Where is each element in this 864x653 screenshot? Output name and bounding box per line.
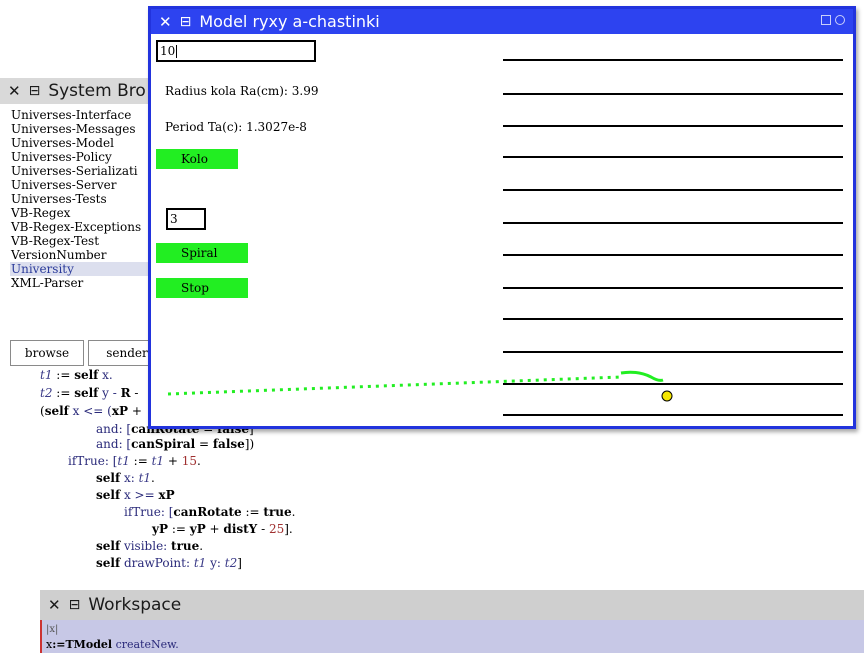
workspace-window: ✕ ⊟ Workspace |x| x:=TModel createNew. xyxy=(40,590,864,653)
code-line: self x: t1. xyxy=(96,471,155,485)
system-browser-titlebar[interactable]: ✕ ⊟ System Bro xyxy=(0,78,160,104)
window-menu-icon[interactable]: ⊟ xyxy=(29,83,41,99)
window-menu-icon[interactable]: ⊟ xyxy=(69,597,81,613)
trail-curve xyxy=(620,370,664,382)
list-item[interactable]: Universes-Policy xyxy=(10,150,160,164)
temp-declaration: |x| xyxy=(46,624,59,635)
list-item[interactable]: Universes-Serializati xyxy=(10,164,160,178)
code-line: t2 := self y - R - xyxy=(40,386,139,400)
package-list[interactable]: Universes-Interface Universes-Messages Uni… xyxy=(10,108,160,290)
code-line: (self x <= (xP + xyxy=(40,404,142,418)
code-line: self drawPoint: t1 y: t2] xyxy=(96,556,242,570)
browser-button-row: browse sender: xyxy=(10,340,170,366)
list-item[interactable]: VB-Regex-Test xyxy=(10,234,160,248)
code-line: and: [canSpiral = false]) xyxy=(96,437,255,451)
code-line: t1 := self x. xyxy=(40,368,113,382)
model-window: ✕ ⊟ Model ryxy a-chastinki 10 Radius kol… xyxy=(148,6,856,429)
window-title: System Bro xyxy=(48,81,146,101)
code-line: yP := yP + distY - 25]. xyxy=(152,522,293,536)
code-line: ifTrue: [t1 := t1 + 15. xyxy=(68,454,201,468)
browse-button[interactable]: browse xyxy=(10,340,84,366)
code-line: self x >= xP xyxy=(96,488,175,502)
list-item[interactable]: Universes-Server xyxy=(10,178,160,192)
workspace-editor[interactable]: |x| x:=TModel createNew. xyxy=(40,620,864,653)
list-item[interactable]: Universes-Tests xyxy=(10,192,160,206)
code-line: self visible: true. xyxy=(96,539,204,553)
workspace-line: x:=TModel createNew. xyxy=(46,638,179,651)
list-item[interactable]: Universes-Messages xyxy=(10,122,160,136)
workspace-titlebar[interactable]: ✕ ⊟ Workspace xyxy=(40,590,864,620)
list-item[interactable]: Universes-Model xyxy=(10,136,160,150)
close-icon[interactable]: ✕ xyxy=(48,596,61,614)
list-item[interactable]: VersionNumber xyxy=(10,248,160,262)
list-item[interactable]: Universes-Interface xyxy=(10,108,160,122)
code-line: ifTrue: [canRotate := true. xyxy=(124,505,296,519)
window-title: Workspace xyxy=(88,595,182,615)
dotted-trail xyxy=(167,375,622,396)
moving-point xyxy=(661,390,673,402)
list-item[interactable]: VB-Regex-Exceptions xyxy=(10,220,160,234)
list-item[interactable]: VB-Regex xyxy=(10,206,160,220)
trajectory-canvas xyxy=(167,370,673,402)
close-icon[interactable]: ✕ xyxy=(8,82,21,100)
list-item[interactable]: University xyxy=(10,262,160,276)
list-item[interactable]: XML-Parser xyxy=(10,276,160,290)
